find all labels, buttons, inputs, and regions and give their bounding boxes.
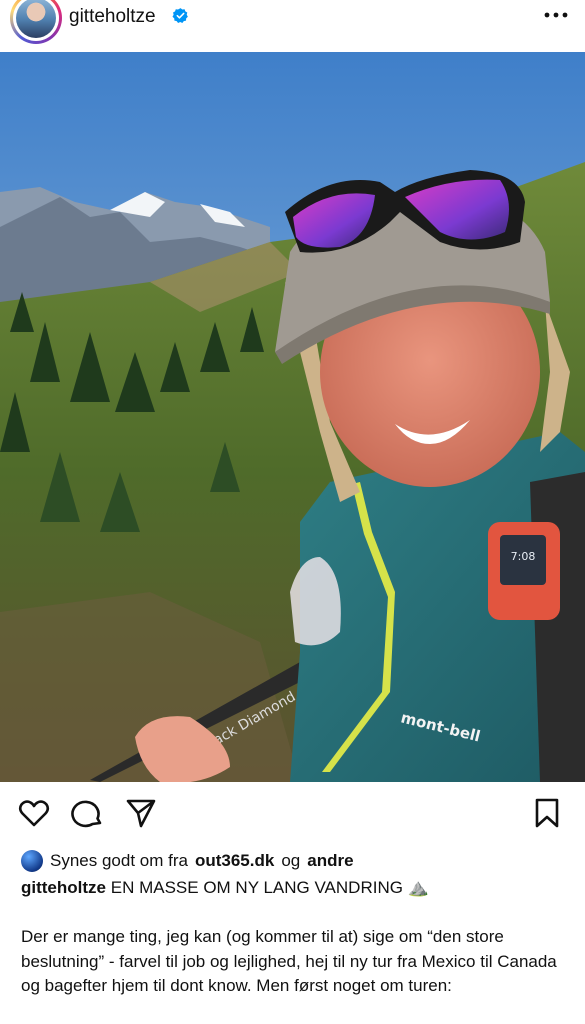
username[interactable]: gitteholtze <box>69 6 156 28</box>
likes-others[interactable]: andre <box>307 851 353 871</box>
caption: gitteholtze EN MASSE OM NY LANG VANDRING… <box>21 878 429 898</box>
likes-summary[interactable]: Synes godt om fra out365.dk og andre <box>21 850 354 872</box>
post-image[interactable]: 7:08 mont-bell Black Diamond <box>0 52 585 782</box>
bookmark-icon[interactable] <box>530 796 564 830</box>
action-bar <box>0 796 585 836</box>
mountain-emoji: ⛰️ <box>407 878 429 897</box>
heart-icon[interactable] <box>17 796 51 830</box>
caption-username[interactable]: gitteholtze <box>21 878 106 897</box>
likes-prefix: Synes godt om fra <box>50 851 188 870</box>
post-photo: 7:08 mont-bell Black Diamond <box>0 52 585 782</box>
liker-username[interactable]: out365.dk <box>195 851 274 871</box>
likes-middle: og <box>281 851 301 870</box>
liker-avatar <box>21 850 43 872</box>
post-header: gitteholtze <box>0 0 585 48</box>
caption-text: EN MASSE OM NY LANG VANDRING <box>110 878 403 897</box>
more-dots-icon[interactable] <box>543 6 569 24</box>
verified-badge-icon <box>172 8 188 23</box>
avatar[interactable] <box>8 0 64 44</box>
device-time: 7:08 <box>511 550 536 563</box>
comment-icon[interactable] <box>71 796 105 830</box>
post-body-text: Der er mange ting, jeg kan (og kommer ti… <box>21 927 557 995</box>
send-icon[interactable] <box>124 796 158 830</box>
